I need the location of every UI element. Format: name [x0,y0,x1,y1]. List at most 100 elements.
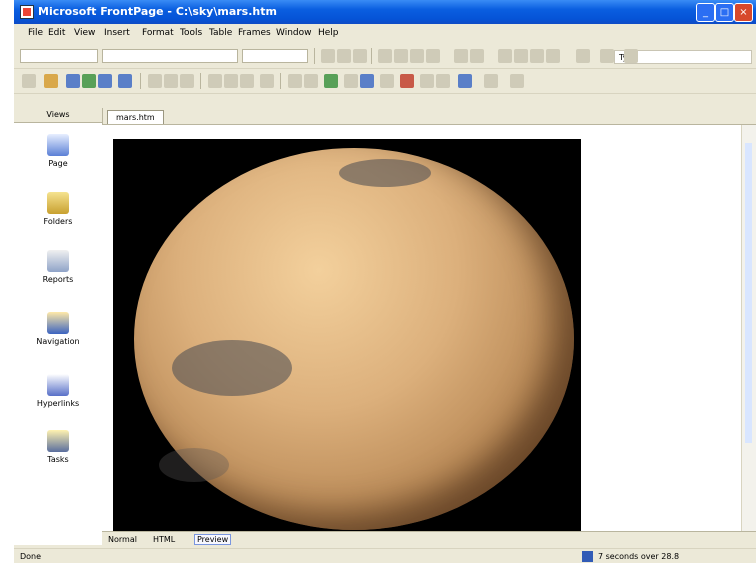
toggle-pane-icon[interactable] [118,74,132,88]
format-painter-icon[interactable] [260,74,274,88]
frontpage-app-icon [20,5,34,19]
insert-hyperlink-icon[interactable] [400,74,414,88]
italic-icon[interactable] [337,49,351,63]
save-icon[interactable] [66,74,80,88]
highlight-icon[interactable] [600,49,614,63]
align-left-icon[interactable] [378,49,392,63]
hyperlinks-view-icon [47,374,69,396]
font-size-dropdown[interactable] [242,49,308,63]
underline-icon[interactable] [353,49,367,63]
html-tab[interactable]: HTML [153,535,175,544]
close-button[interactable]: × [734,3,753,22]
menu-insert[interactable]: Insert [104,28,130,38]
bullets-icon[interactable] [514,49,528,63]
undo-icon[interactable] [288,74,302,88]
cut-icon[interactable] [208,74,222,88]
decrease-indent-icon[interactable] [530,49,544,63]
increase-font-icon[interactable] [454,49,468,63]
preview-tab[interactable]: Preview [194,534,232,545]
redo-icon[interactable] [304,74,318,88]
stop-icon[interactable] [436,74,450,88]
mars-planet [134,148,574,530]
publish-icon[interactable] [98,74,112,88]
spelling-icon[interactable] [180,74,194,88]
help-icon[interactable] [484,74,498,88]
show-all-icon[interactable] [458,74,472,88]
view-mode-tabs: Normal HTML Preview [102,531,756,549]
mars-dark-region [339,159,431,187]
align-right-icon[interactable] [410,49,424,63]
view-navigation-label: Navigation [36,337,80,346]
menu-format[interactable]: Format [142,28,174,38]
search-icon[interactable] [82,74,96,88]
frontpage-window: Microsoft FrontPage - C:\sky\mars.htm _ … [14,0,756,563]
open-icon[interactable] [44,74,58,88]
increase-indent-icon[interactable] [546,49,560,63]
normal-tab[interactable]: Normal [108,535,137,544]
view-folders[interactable]: Folders [14,192,102,226]
decrease-font-icon[interactable] [470,49,484,63]
view-page[interactable]: Page [14,134,102,168]
mars-dark-region [172,340,292,396]
window-title: Microsoft FrontPage - C:\sky\mars.htm [38,5,277,18]
formatting-toolbar [14,44,756,69]
toolbar-separator [280,73,281,89]
view-hyperlinks-label: Hyperlinks [36,399,80,408]
paste-icon[interactable] [240,74,254,88]
tasks-view-icon [47,430,69,452]
numbering-icon[interactable] [498,49,512,63]
page-view-icon [47,134,69,156]
view-navigation[interactable]: Navigation [14,312,102,346]
title-bar: Microsoft FrontPage - C:\sky\mars.htm _ … [14,0,756,24]
toolbar-separator [314,48,315,64]
font-color-icon[interactable] [624,49,638,63]
navigation-view-icon [47,312,69,334]
web-component-icon[interactable] [324,74,338,88]
copy-icon[interactable] [224,74,238,88]
status-text: Done [20,552,42,561]
views-bar: Views Page Folders Reports Navigation Hy… [14,108,103,545]
menu-tools[interactable]: Tools [180,28,202,38]
menu-help[interactable]: Help [318,28,339,38]
font-dropdown[interactable] [102,49,238,63]
insert-table-icon[interactable] [344,74,358,88]
minimize-button[interactable]: _ [696,3,715,22]
menu-view[interactable]: View [74,28,95,38]
maximize-button[interactable]: □ [715,3,734,22]
mars-image[interactable] [113,139,581,531]
views-bar-header: Views [14,108,102,123]
menu-window[interactable]: Window [276,28,312,38]
menu-bar: File Edit View Insert Format Tools Table… [14,24,756,64]
justify-icon[interactable] [426,49,440,63]
print-icon[interactable] [148,74,162,88]
refresh-icon[interactable] [420,74,434,88]
view-folders-label: Folders [43,217,73,226]
view-reports-label: Reports [42,275,74,284]
new-page-icon[interactable] [22,74,36,88]
document-tab-strip: mars.htm [102,108,756,125]
view-reports[interactable]: Reports [14,250,102,284]
connection-speed-icon [582,551,593,562]
drawing-icon[interactable] [380,74,394,88]
style-dropdown[interactable] [20,49,98,63]
standard-toolbar [14,69,756,94]
align-center-icon[interactable] [394,49,408,63]
toolbar-separator [200,73,201,89]
toolbar-options-icon[interactable] [510,74,524,88]
menu-frames[interactable]: Frames [238,28,271,38]
toolbar-separator [371,48,372,64]
vertical-scrollbar[interactable] [741,125,756,531]
page-editor[interactable] [102,125,756,531]
preview-in-browser-icon[interactable] [164,74,178,88]
menu-edit[interactable]: Edit [48,28,65,38]
insert-picture-icon[interactable] [360,74,374,88]
menu-file[interactable]: File [28,28,43,38]
view-tasks[interactable]: Tasks [14,430,102,464]
document-tab[interactable]: mars.htm [107,110,164,124]
status-bar: Done 7 seconds over 28.8 [14,548,756,563]
view-page-label: Page [48,159,68,168]
bold-icon[interactable] [321,49,335,63]
view-hyperlinks[interactable]: Hyperlinks [14,374,102,408]
menu-table[interactable]: Table [209,28,232,38]
borders-icon[interactable] [576,49,590,63]
